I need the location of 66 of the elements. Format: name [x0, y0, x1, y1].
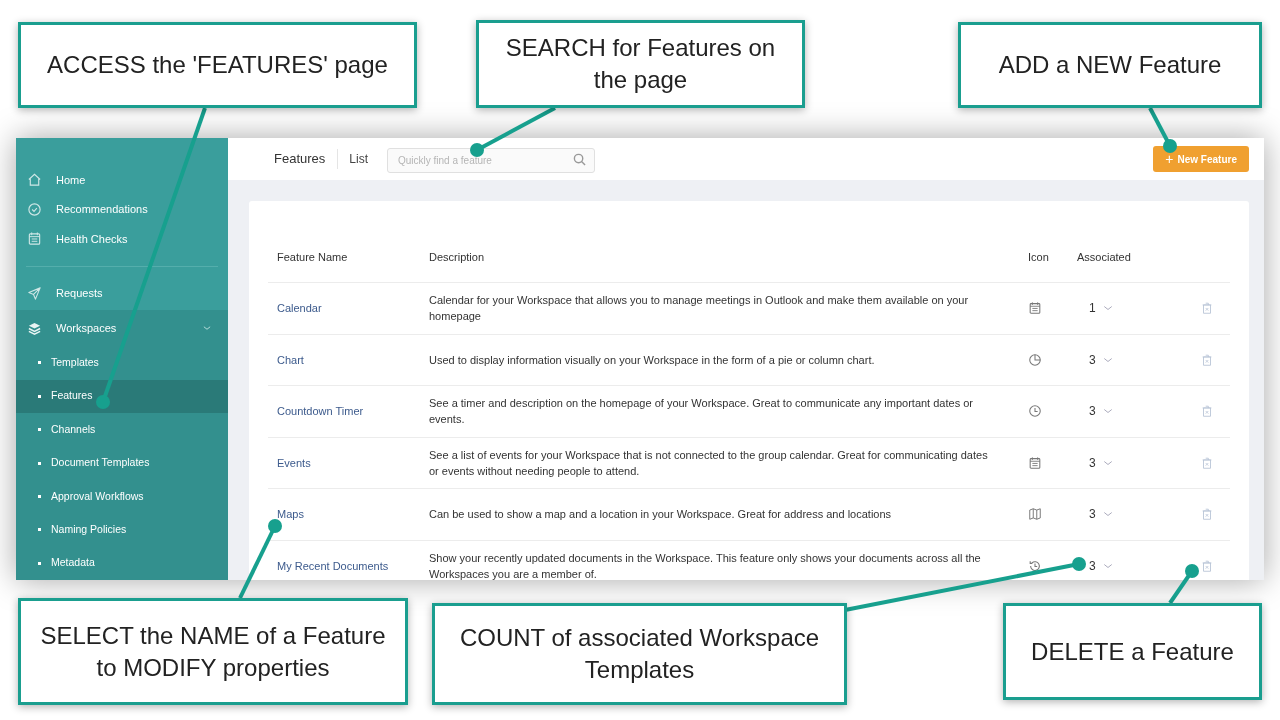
search-icon: [573, 152, 586, 166]
map-icon: [1028, 507, 1042, 522]
column-header: Associated: [1076, 249, 1132, 265]
delete-icon[interactable]: [1200, 558, 1214, 573]
sidebar-item[interactable]: Workspaces: [16, 310, 228, 347]
table-cell-text: Used to display information visually on your Workspace in the form of a pie or column chart.: [428, 352, 876, 368]
callout-box: DELETE a Feature: [1003, 603, 1262, 700]
sidebar-subitem[interactable]: Document Templates: [16, 446, 228, 480]
sidebar-subitem[interactable]: Approval Workflows: [16, 479, 228, 514]
layers-icon: [27, 320, 42, 336]
page-title: Features: [274, 149, 339, 169]
bullet-icon: [38, 428, 41, 432]
delete-icon[interactable]: [1200, 507, 1214, 522]
associated-dropdown[interactable]: 3: [1089, 350, 1114, 369]
delete-icon[interactable]: [1200, 455, 1214, 470]
search-field[interactable]: Quickly find a feature: [387, 147, 595, 173]
table-cell-text: See a list of events for your Workspace that is not connected to the group calendar. Great for communicating dates or events without needing people to attend.: [428, 447, 989, 479]
feature-name-link[interactable]: Events: [277, 456, 311, 469]
bullet-icon: [38, 394, 41, 398]
callout-box: SELECT the NAME of a Feature to MODIFY properties: [18, 598, 408, 705]
callout-box: ACCESS the 'FEATURES' page: [18, 22, 417, 108]
associated-dropdown[interactable]: 3: [1089, 453, 1114, 472]
feature-name-link[interactable]: My Recent Documents: [277, 559, 389, 572]
associated-dropdown[interactable]: 3: [1089, 556, 1114, 575]
sidebar-subitem[interactable]: Channels: [16, 413, 228, 447]
column-header: Feature Name: [276, 249, 349, 265]
sidebar-subitem[interactable]: Metadata: [16, 546, 228, 580]
feature-name-link[interactable]: Chart: [277, 353, 304, 366]
bullet-icon: [38, 361, 41, 365]
table-cell-text: Calendar for your Workspace that allows you to manage meetings in Outlook and make them available on your homepage: [428, 293, 970, 325]
bullet-icon: [38, 461, 41, 465]
feature-name-link[interactable]: Calendar: [277, 302, 322, 314]
calendar-icon: [1028, 301, 1042, 316]
callout-box: SEARCH for Features on the page: [476, 20, 805, 108]
column-header: Description: [428, 249, 486, 265]
clock-icon: [1028, 404, 1042, 419]
delete-icon[interactable]: [1200, 404, 1214, 419]
bullet-icon: [38, 561, 41, 565]
leader-line: [1148, 107, 1177, 153]
view-tab[interactable]: List: [338, 150, 368, 168]
bullet-icon: [38, 495, 41, 498]
associated-dropdown[interactable]: 1: [1089, 299, 1114, 318]
table-cell-text: Can be used to show a map and a location in your Workspace. Great for address and locations: [428, 507, 893, 523]
feature-name-link[interactable]: Countdown Timer: [277, 405, 364, 417]
history-icon: [1028, 558, 1042, 573]
delete-icon[interactable]: [1200, 352, 1214, 367]
bullet-icon: [38, 528, 41, 532]
sidebar-subitem[interactable]: Templates: [16, 346, 228, 380]
leader-line: [1168, 564, 1199, 605]
home-icon: [27, 172, 42, 188]
table-cell-text: See a timer and description on the homepage of your Workspace. Great to communicate any important dates or events.: [428, 396, 974, 428]
pie-chart-icon: [1028, 352, 1042, 367]
feature-name-link[interactable]: Maps: [277, 508, 304, 520]
associated-dropdown[interactable]: 3: [1089, 402, 1114, 421]
calendar-icon: [27, 231, 42, 247]
sidebar-subitem[interactable]: Features: [16, 379, 228, 414]
paper-plane-icon: [27, 285, 42, 301]
column-header: Icon: [1027, 249, 1050, 265]
table-cell-text: Show your recently updated documents in the Workspace. This feature only shows your documents across all the Workspaces you are a member of.: [428, 550, 982, 580]
callout-box: ADD a NEW Feature: [958, 22, 1262, 108]
check-badge-icon: [27, 201, 42, 217]
calendar-icon: [1028, 455, 1042, 470]
callout-box: COUNT of associated Workspace Templates: [432, 603, 847, 705]
delete-icon[interactable]: [1200, 301, 1214, 316]
associated-dropdown[interactable]: 3: [1089, 505, 1114, 524]
sidebar-subitem[interactable]: Naming Policies: [16, 513, 228, 547]
